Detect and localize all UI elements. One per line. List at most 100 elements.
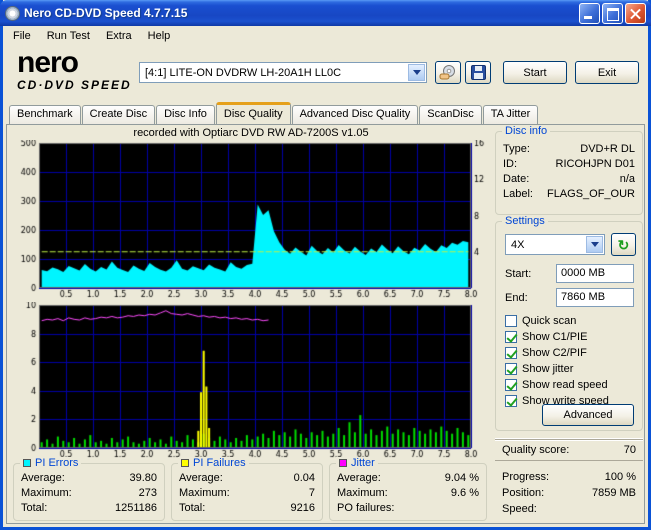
tab-disc-quality[interactable]: Disc Quality bbox=[216, 102, 291, 124]
menu-bar: File Run Test Extra Help bbox=[3, 26, 648, 46]
disc-info-row: Date: n/a bbox=[496, 172, 642, 187]
checkbox-label: Show C2/PIF bbox=[522, 347, 587, 359]
stat-value: 273 bbox=[139, 486, 157, 501]
start-button-label: Start bbox=[523, 67, 546, 79]
progress-label: Progress: bbox=[502, 469, 549, 485]
checkbox-box[interactable] bbox=[505, 347, 517, 359]
pi-failures-jitter-chart bbox=[13, 302, 489, 460]
chart-header: recorded with Optiarc DVD RW AD-7200S v1… bbox=[7, 127, 495, 139]
stat-value: 39.80 bbox=[129, 471, 157, 486]
window-title: Nero CD-DVD Speed 4.7.7.15 bbox=[24, 6, 577, 20]
pi-failures-stats-title: PI Failures bbox=[178, 457, 249, 469]
refresh-icon: ↻ bbox=[618, 238, 630, 252]
pi-errors-stats-title: PI Errors bbox=[20, 457, 81, 469]
stat-label: PO failures: bbox=[337, 501, 394, 516]
checkbox-box[interactable] bbox=[505, 395, 517, 407]
end-position-row: End: 7860 MB bbox=[505, 288, 634, 307]
scan-speed-select[interactable]: 4X bbox=[505, 234, 605, 255]
menu-extra[interactable]: Extra bbox=[98, 28, 140, 44]
drive-selector-value: [4:1] LITE-ON DVDRW LH-20A1H LL0C bbox=[145, 67, 341, 79]
disc-info-row: ID: RICOHJPN D01 bbox=[496, 157, 642, 172]
stat-label: Total: bbox=[21, 501, 47, 516]
eject-disc-button[interactable] bbox=[435, 61, 461, 84]
jitter-legend-chip bbox=[339, 459, 347, 467]
disc-info-label: Label: bbox=[503, 187, 533, 202]
tab-strip: Benchmark Create Disc Disc Info Disc Qua… bbox=[9, 102, 642, 124]
chevron-down-icon[interactable] bbox=[586, 236, 603, 253]
start-button[interactable]: Start bbox=[503, 61, 567, 84]
start-position-field[interactable]: 0000 MB bbox=[556, 264, 634, 283]
menu-help[interactable]: Help bbox=[140, 28, 179, 44]
disc-info-value: FLAGS_OF_OUR bbox=[547, 187, 635, 202]
nero-logo: nero CD·DVD SPEED bbox=[17, 48, 132, 91]
stat-row: Total: 1251186 bbox=[14, 501, 164, 516]
pi-failures-stats-group: PI Failures Average: 0.04 Maximum: 7 Tot… bbox=[171, 463, 323, 521]
disc-info-title-text: Disc info bbox=[505, 125, 547, 137]
position-row: Position: 7859 MB bbox=[495, 485, 643, 501]
tab-scandisc[interactable]: ScanDisc bbox=[419, 105, 481, 124]
stat-value: 9.04 % bbox=[445, 471, 479, 486]
drive-selector[interactable]: [4:1] LITE-ON DVDRW LH-20A1H LL0C bbox=[139, 62, 427, 83]
pi-errors-title-text: PI Errors bbox=[35, 457, 78, 469]
checkbox-label: Quick scan bbox=[522, 315, 576, 327]
disc-info-value: n/a bbox=[620, 172, 635, 187]
title-bar[interactable]: Nero CD-DVD Speed 4.7.7.15 bbox=[0, 0, 651, 26]
maximize-button[interactable] bbox=[602, 3, 623, 24]
start-position-label: Start: bbox=[505, 268, 531, 280]
disc-info-group: Disc info Type: DVD+R DL ID: RICOHJPN D0… bbox=[495, 131, 643, 215]
toolbar: nero CD·DVD SPEED [4:1] LITE-ON DVDRW LH… bbox=[3, 46, 648, 102]
save-button[interactable] bbox=[465, 61, 491, 84]
quality-score-value: 70 bbox=[624, 444, 636, 456]
stat-value: 7 bbox=[309, 486, 315, 501]
speed-label: Speed: bbox=[502, 501, 537, 517]
jitter-stats-group: Jitter Average: 9.04 % Maximum: 9.6 % PO… bbox=[329, 463, 487, 521]
stat-label: Maximum: bbox=[337, 486, 388, 501]
progress-area: Progress: 100 % Position: 7859 MB Speed: bbox=[495, 469, 643, 517]
tab-disc-info[interactable]: Disc Info bbox=[156, 105, 215, 124]
minimize-button[interactable] bbox=[579, 3, 600, 24]
tab-page-disc-quality: recorded with Optiarc DVD RW AD-7200S v1… bbox=[6, 124, 645, 524]
stat-label: Maximum: bbox=[21, 486, 72, 501]
chevron-down-icon[interactable] bbox=[408, 64, 425, 81]
stat-row: Average: 9.04 % bbox=[330, 471, 486, 486]
pi-failures-legend-chip bbox=[181, 459, 189, 467]
settings-title-text: Settings bbox=[505, 215, 545, 227]
pi-failures-title-text: PI Failures bbox=[193, 457, 246, 469]
end-position-field[interactable]: 7860 MB bbox=[556, 288, 634, 307]
checkbox-box[interactable] bbox=[505, 331, 517, 343]
tab-create-disc[interactable]: Create Disc bbox=[82, 105, 155, 124]
checkbox-quick-scan[interactable]: Quick scan bbox=[505, 314, 576, 328]
checkbox-show-read-speed[interactable]: Show read speed bbox=[505, 378, 608, 392]
start-position-row: Start: 0000 MB bbox=[505, 264, 634, 283]
checkbox-show-c1-pie[interactable]: Show C1/PIE bbox=[505, 330, 587, 344]
stat-row: Total: 9216 bbox=[172, 501, 322, 516]
progress-value: 100 % bbox=[605, 469, 636, 485]
checkbox-box[interactable] bbox=[505, 315, 517, 327]
stat-row: PO failures: bbox=[330, 501, 486, 516]
close-button[interactable] bbox=[625, 3, 646, 24]
disc-info-label: Type: bbox=[503, 142, 530, 157]
refresh-button[interactable]: ↻ bbox=[611, 233, 636, 256]
nero-logo-subtitle: CD·DVD SPEED bbox=[17, 79, 132, 91]
checkbox-box[interactable] bbox=[505, 379, 517, 391]
stat-row: Maximum: 9.6 % bbox=[330, 486, 486, 501]
menu-file[interactable]: File bbox=[5, 28, 39, 44]
advanced-button[interactable]: Advanced bbox=[542, 404, 634, 426]
checkbox-show-c2-pif[interactable]: Show C2/PIF bbox=[505, 346, 587, 360]
menu-run-test[interactable]: Run Test bbox=[39, 28, 98, 44]
exit-button[interactable]: Exit bbox=[575, 61, 639, 84]
advanced-button-label: Advanced bbox=[564, 409, 613, 421]
checkbox-label: Show read speed bbox=[522, 379, 608, 391]
checkbox-show-jitter[interactable]: Show jitter bbox=[505, 362, 573, 376]
disc-info-label: Date: bbox=[503, 172, 529, 187]
speed-row: Speed: bbox=[495, 501, 643, 517]
stat-value: 9216 bbox=[291, 501, 315, 516]
tab-benchmark[interactable]: Benchmark bbox=[9, 105, 81, 124]
tab-ta-jitter[interactable]: TA Jitter bbox=[483, 105, 539, 124]
end-position-label: End: bbox=[505, 292, 528, 304]
disc-info-label: ID: bbox=[503, 157, 517, 172]
pi-errors-chart bbox=[13, 140, 489, 300]
checkbox-box[interactable] bbox=[505, 363, 517, 375]
stat-value: 9.6 % bbox=[451, 486, 479, 501]
tab-advanced-disc-quality[interactable]: Advanced Disc Quality bbox=[292, 105, 419, 124]
